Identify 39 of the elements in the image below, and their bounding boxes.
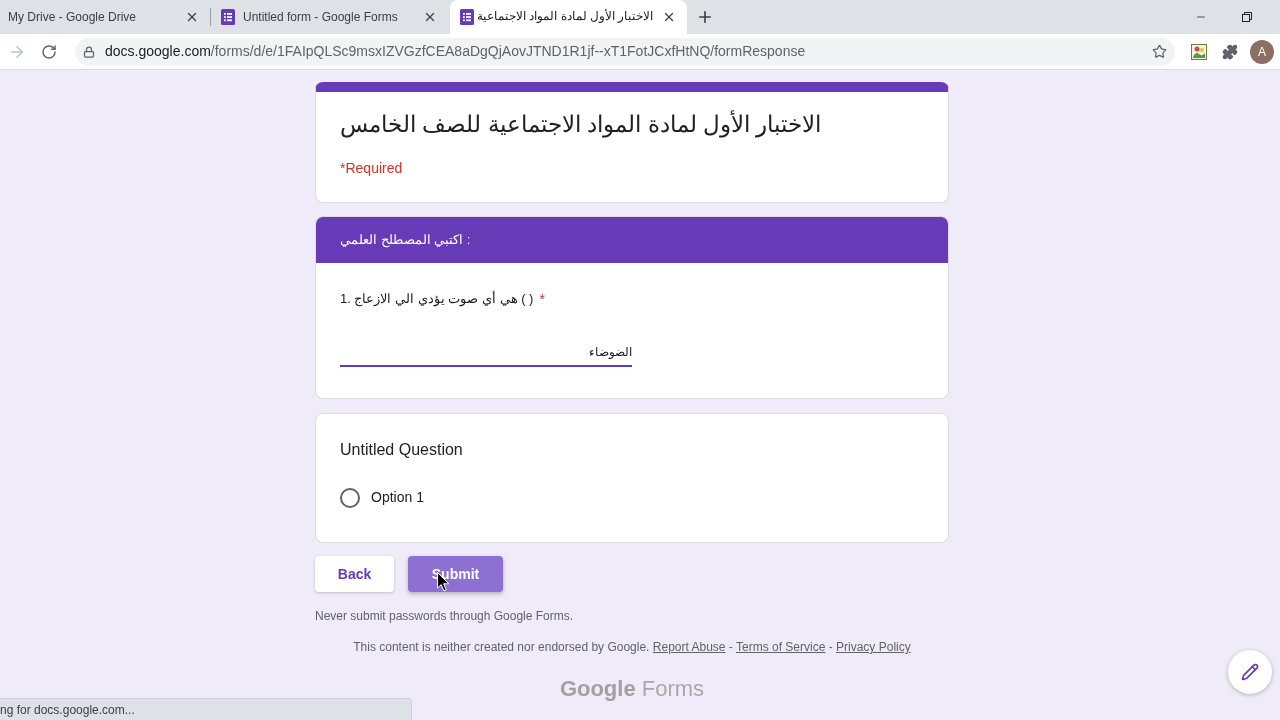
list-document-icon bbox=[221, 9, 235, 25]
tab-title: Untitled form - Google Forms bbox=[243, 9, 399, 26]
browser-tab[interactable]: Untitled form - Google Forms bbox=[211, 0, 448, 34]
extension-picture-icon bbox=[1191, 43, 1207, 60]
form-title: الاختبار الأول لمادة المواد الاجتماعية للصف الخامس bbox=[340, 109, 823, 140]
puzzle-icon bbox=[1222, 43, 1238, 60]
address-bar[interactable]: docs.google.com/forms/d/e/1FAIpQLSc9msxIZVGzfCEA8aDgQjAovJTND1R1jf--xT1FotJCxfHtNQ/formResponse bbox=[75, 37, 1175, 66]
section-header: اكتبي المصطلح العلمي : bbox=[316, 217, 948, 263]
close-icon bbox=[423, 10, 437, 24]
close-icon bbox=[662, 10, 676, 24]
list-document-icon bbox=[460, 9, 474, 25]
star-icon bbox=[1151, 44, 1167, 59]
google-forms-wordmark: Google Forms bbox=[559, 675, 705, 703]
footer-link[interactable]: Terms of Service bbox=[736, 640, 826, 654]
lock-icon bbox=[83, 45, 95, 58]
radio-button[interactable] bbox=[340, 487, 360, 508]
status-bubble: ng for docs.google.com... bbox=[0, 698, 412, 720]
browser-tab[interactable]: الاختبار الأول لمادة المواد الاجتماعية bbox=[450, 0, 687, 34]
footer-link[interactable]: Report Abuse bbox=[652, 640, 726, 654]
edit-response-button[interactable] bbox=[1228, 650, 1272, 694]
required-asterisk: * bbox=[539, 290, 545, 309]
answer-field[interactable]: الضوضاء bbox=[340, 339, 632, 367]
pencil-icon bbox=[1241, 663, 1259, 681]
password-warning: Never submit passwords through Google Forms. bbox=[315, 608, 575, 624]
question-title: Untitled Question bbox=[340, 440, 463, 460]
profile-avatar[interactable]: A bbox=[1250, 39, 1274, 64]
required-note: *Required bbox=[340, 159, 404, 178]
reload-icon bbox=[41, 43, 57, 60]
browser-tab[interactable]: My Drive - Google Drive bbox=[0, 0, 210, 34]
footer-link[interactable]: Privacy Policy bbox=[836, 640, 911, 654]
plus-icon bbox=[696, 8, 714, 26]
restore-window-icon bbox=[1242, 12, 1252, 22]
question-title: ( ) هي أي صوت يؤدي الي الازعاج .1 bbox=[340, 290, 534, 309]
url-text: docs.google.com/forms/d/e/1FAIpQLSc9msxIZVGzfCEA8aDgQjAovJTND1R1jf--xT1FotJCxfHtNQ/formResponse bbox=[105, 42, 806, 61]
close-icon bbox=[185, 10, 199, 24]
back-button[interactable]: Back bbox=[315, 556, 394, 592]
option-label: Option 1 bbox=[371, 488, 424, 507]
tab-title: My Drive - Google Drive bbox=[8, 9, 138, 26]
footer-notice: This content is neither created nor endorsed by Google. Report Abuse - Terms of Service - Privacy Policy bbox=[352, 639, 912, 655]
